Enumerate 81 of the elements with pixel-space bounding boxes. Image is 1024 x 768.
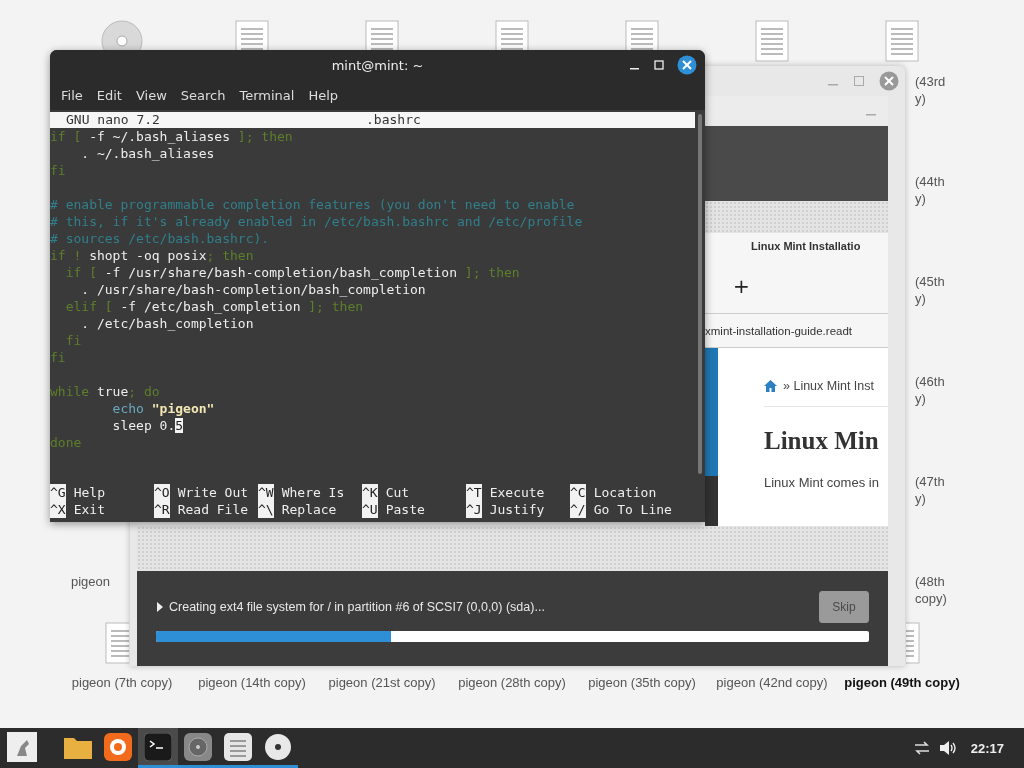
file-label[interactable]: copy) (915, 590, 947, 607)
code-line: # sources /etc/bash.bashrc). (50, 230, 271, 247)
document-icon[interactable] (365, 20, 399, 50)
clock[interactable]: 22:17 (970, 740, 1004, 756)
speaker-icon (938, 740, 957, 756)
shortcut-hint: ^J Justify (466, 501, 546, 518)
home-icon[interactable] (764, 380, 777, 392)
nano-header: GNU nano 7.2 .bashrc (50, 112, 695, 128)
file-label[interactable]: pigeon (28th copy) (450, 675, 574, 691)
file-label[interactable]: y) (915, 190, 926, 207)
document-icon[interactable] (906, 622, 920, 664)
shortcut-hint: ^/ Go To Line (570, 501, 673, 518)
shortcut-hint: ^R Read File (154, 501, 250, 518)
menu-item[interactable]: File (54, 87, 90, 103)
shortcut-hint: ^K Cut (362, 484, 411, 501)
file-label[interactable]: pigeon (42nd copy) (710, 675, 834, 691)
file-label[interactable]: pigeon (21st copy) (320, 675, 444, 691)
network-icon (912, 740, 931, 756)
window-title: mint@mint: ~ (330, 57, 425, 73)
expand-icon[interactable] (156, 602, 164, 612)
file-label[interactable]: (45th (915, 273, 945, 290)
document-icon[interactable] (105, 622, 129, 664)
file-label[interactable]: (43rd (915, 73, 946, 90)
shortcut-hint: ^C Location (570, 484, 658, 501)
browser-icon (104, 732, 132, 761)
shortcut-hint: ^U Paste (362, 501, 426, 518)
file-label[interactable]: pigeon (7th copy) (60, 675, 184, 691)
file-label[interactable]: pigeon (49th copy) (840, 675, 964, 691)
shortcut-hint: ^T Execute (466, 484, 546, 501)
shortcut-hint: ^\ Replace (258, 501, 338, 518)
bird-icon (7, 731, 37, 762)
code-line: . /usr/share/bash-completion/bash_completion (80, 281, 427, 298)
code-line: fi (50, 162, 67, 179)
document-icon[interactable] (235, 20, 269, 50)
code-line: if [ -f ~/.bash_aliases ]; then (50, 128, 294, 145)
code-line: . /etc/bash_completion (80, 315, 255, 332)
code-line: echo "pigeon" (111, 400, 216, 417)
paragraph: Linux Mint comes in (764, 475, 880, 490)
menu-item[interactable]: Terminal (232, 87, 302, 103)
menu-item[interactable]: View (128, 87, 174, 103)
menu-item[interactable]: Help (301, 87, 346, 103)
code-line: fi (50, 349, 67, 366)
shortcut-hint: ^X Exit (50, 501, 106, 518)
document-icon[interactable] (625, 20, 659, 50)
new-tab-button[interactable]: + (729, 274, 754, 298)
shortcut-hint: ^G Help (50, 484, 106, 501)
code-line: if [ -f /usr/share/bash-completion/bash_completion ]; then (64, 264, 521, 281)
file-label[interactable]: pigeon (71, 574, 111, 590)
shortcut-hint: ^W Where Is (258, 484, 346, 501)
document-icon[interactable] (495, 20, 529, 50)
notes-icon (224, 732, 252, 761)
file-label[interactable]: (47th (915, 473, 945, 490)
code-line: . ~/.bash_aliases (80, 145, 216, 162)
code-line: if ! shopt -oq posix; then (50, 247, 255, 264)
code-line: fi (64, 332, 83, 349)
code-line: elif [ -f /etc/bash_completion ]; then (64, 298, 365, 315)
breadcrumb[interactable]: » Linux Mint Inst (783, 379, 874, 393)
menu-item[interactable]: Search (173, 87, 233, 103)
disc-icon (264, 732, 292, 761)
page-heading: Linux Min (764, 427, 880, 455)
code-line: done (50, 434, 83, 451)
scrollbar[interactable] (698, 114, 702, 474)
file-label[interactable]: y) (915, 490, 926, 507)
file-label[interactable]: pigeon (35th copy) (580, 675, 704, 691)
file-label[interactable]: (44th (915, 173, 945, 190)
file-label[interactable]: y) (915, 390, 926, 407)
file-label[interactable]: y) (915, 290, 926, 307)
file-label[interactable]: (46th (915, 373, 945, 390)
code-line: while true; do (50, 383, 161, 400)
code-line: # this, if it's already enabled in /etc/bash.bashrc and /etc/profile (50, 213, 584, 230)
menu-item[interactable]: Edit (89, 87, 129, 103)
file-label[interactable]: (48th (915, 573, 945, 590)
shortcut-hint: ^O Write Out (154, 484, 250, 501)
code-line: # enable programmable completion features (you don't need to enable (50, 196, 576, 213)
terminal-icon (144, 732, 172, 761)
file-label[interactable]: pigeon (14th copy) (190, 675, 314, 691)
file-label[interactable]: y) (915, 90, 926, 107)
code-line: sleep 0.5 (111, 417, 185, 434)
status-text: Creating ext4 file system for / in partition #6 of SCSI7 (0,0,0) (sda)... (169, 600, 546, 614)
window-title: Linux Mint Installatio (750, 239, 862, 254)
close-icon[interactable] (677, 55, 697, 75)
